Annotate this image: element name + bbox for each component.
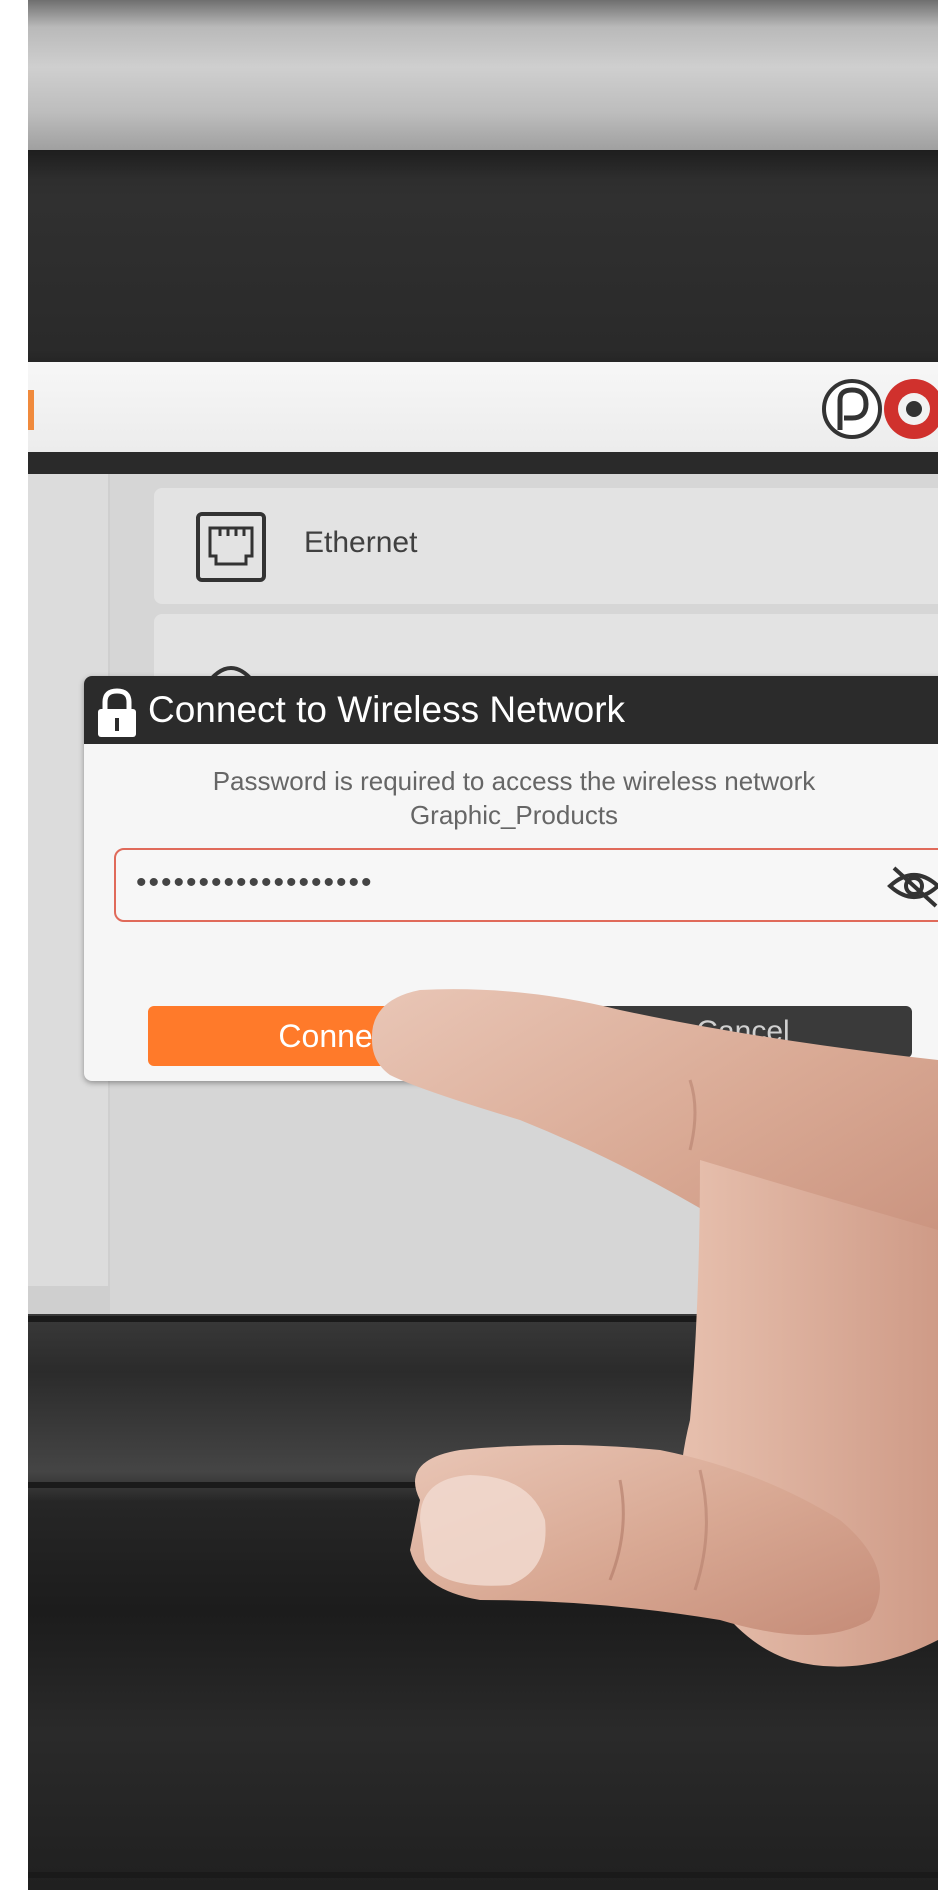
device-lower-bezel [28,1312,938,1890]
dialog-message: Password is required to access the wirel… [84,764,938,832]
bezel-stripe [28,1316,938,1322]
network-name: Graphic_Products [409,800,619,830]
connect-button[interactable]: Connect [148,1006,528,1066]
cancel-button[interactable]: Cancel [574,1006,912,1058]
lock-icon [98,688,136,737]
photo-stage: Ethernet Connect to Wireless Network Pas… [0,0,938,1890]
wifi-password-dialog: Connect to Wireless Network Password is … [84,676,938,1081]
dialog-message-line: Password is required to access the wirel… [212,766,816,796]
bezel-stripe [28,1482,938,1488]
brand-logo [822,379,938,439]
password-value: ••••••••••••••••••• [136,866,374,899]
network-item-ethernet[interactable]: Ethernet [154,488,938,604]
eye-slash-icon[interactable] [886,864,938,908]
device-top-edge [28,0,938,150]
sidebar-selected-band [28,1286,108,1314]
device-top-shadow [28,150,938,180]
ethernet-port-icon [196,512,266,582]
network-item-label: Ethernet [304,526,418,559]
dialog-title: Connect to Wireless Network [148,689,626,730]
app-header [28,362,938,452]
bezel-stripe [28,1872,938,1878]
password-input[interactable]: ••••••••••••••••••• [114,848,938,922]
header-accent-bar [28,390,34,430]
dialog-title-bar: Connect to Wireless Network [84,676,938,744]
header-divider [28,452,938,474]
